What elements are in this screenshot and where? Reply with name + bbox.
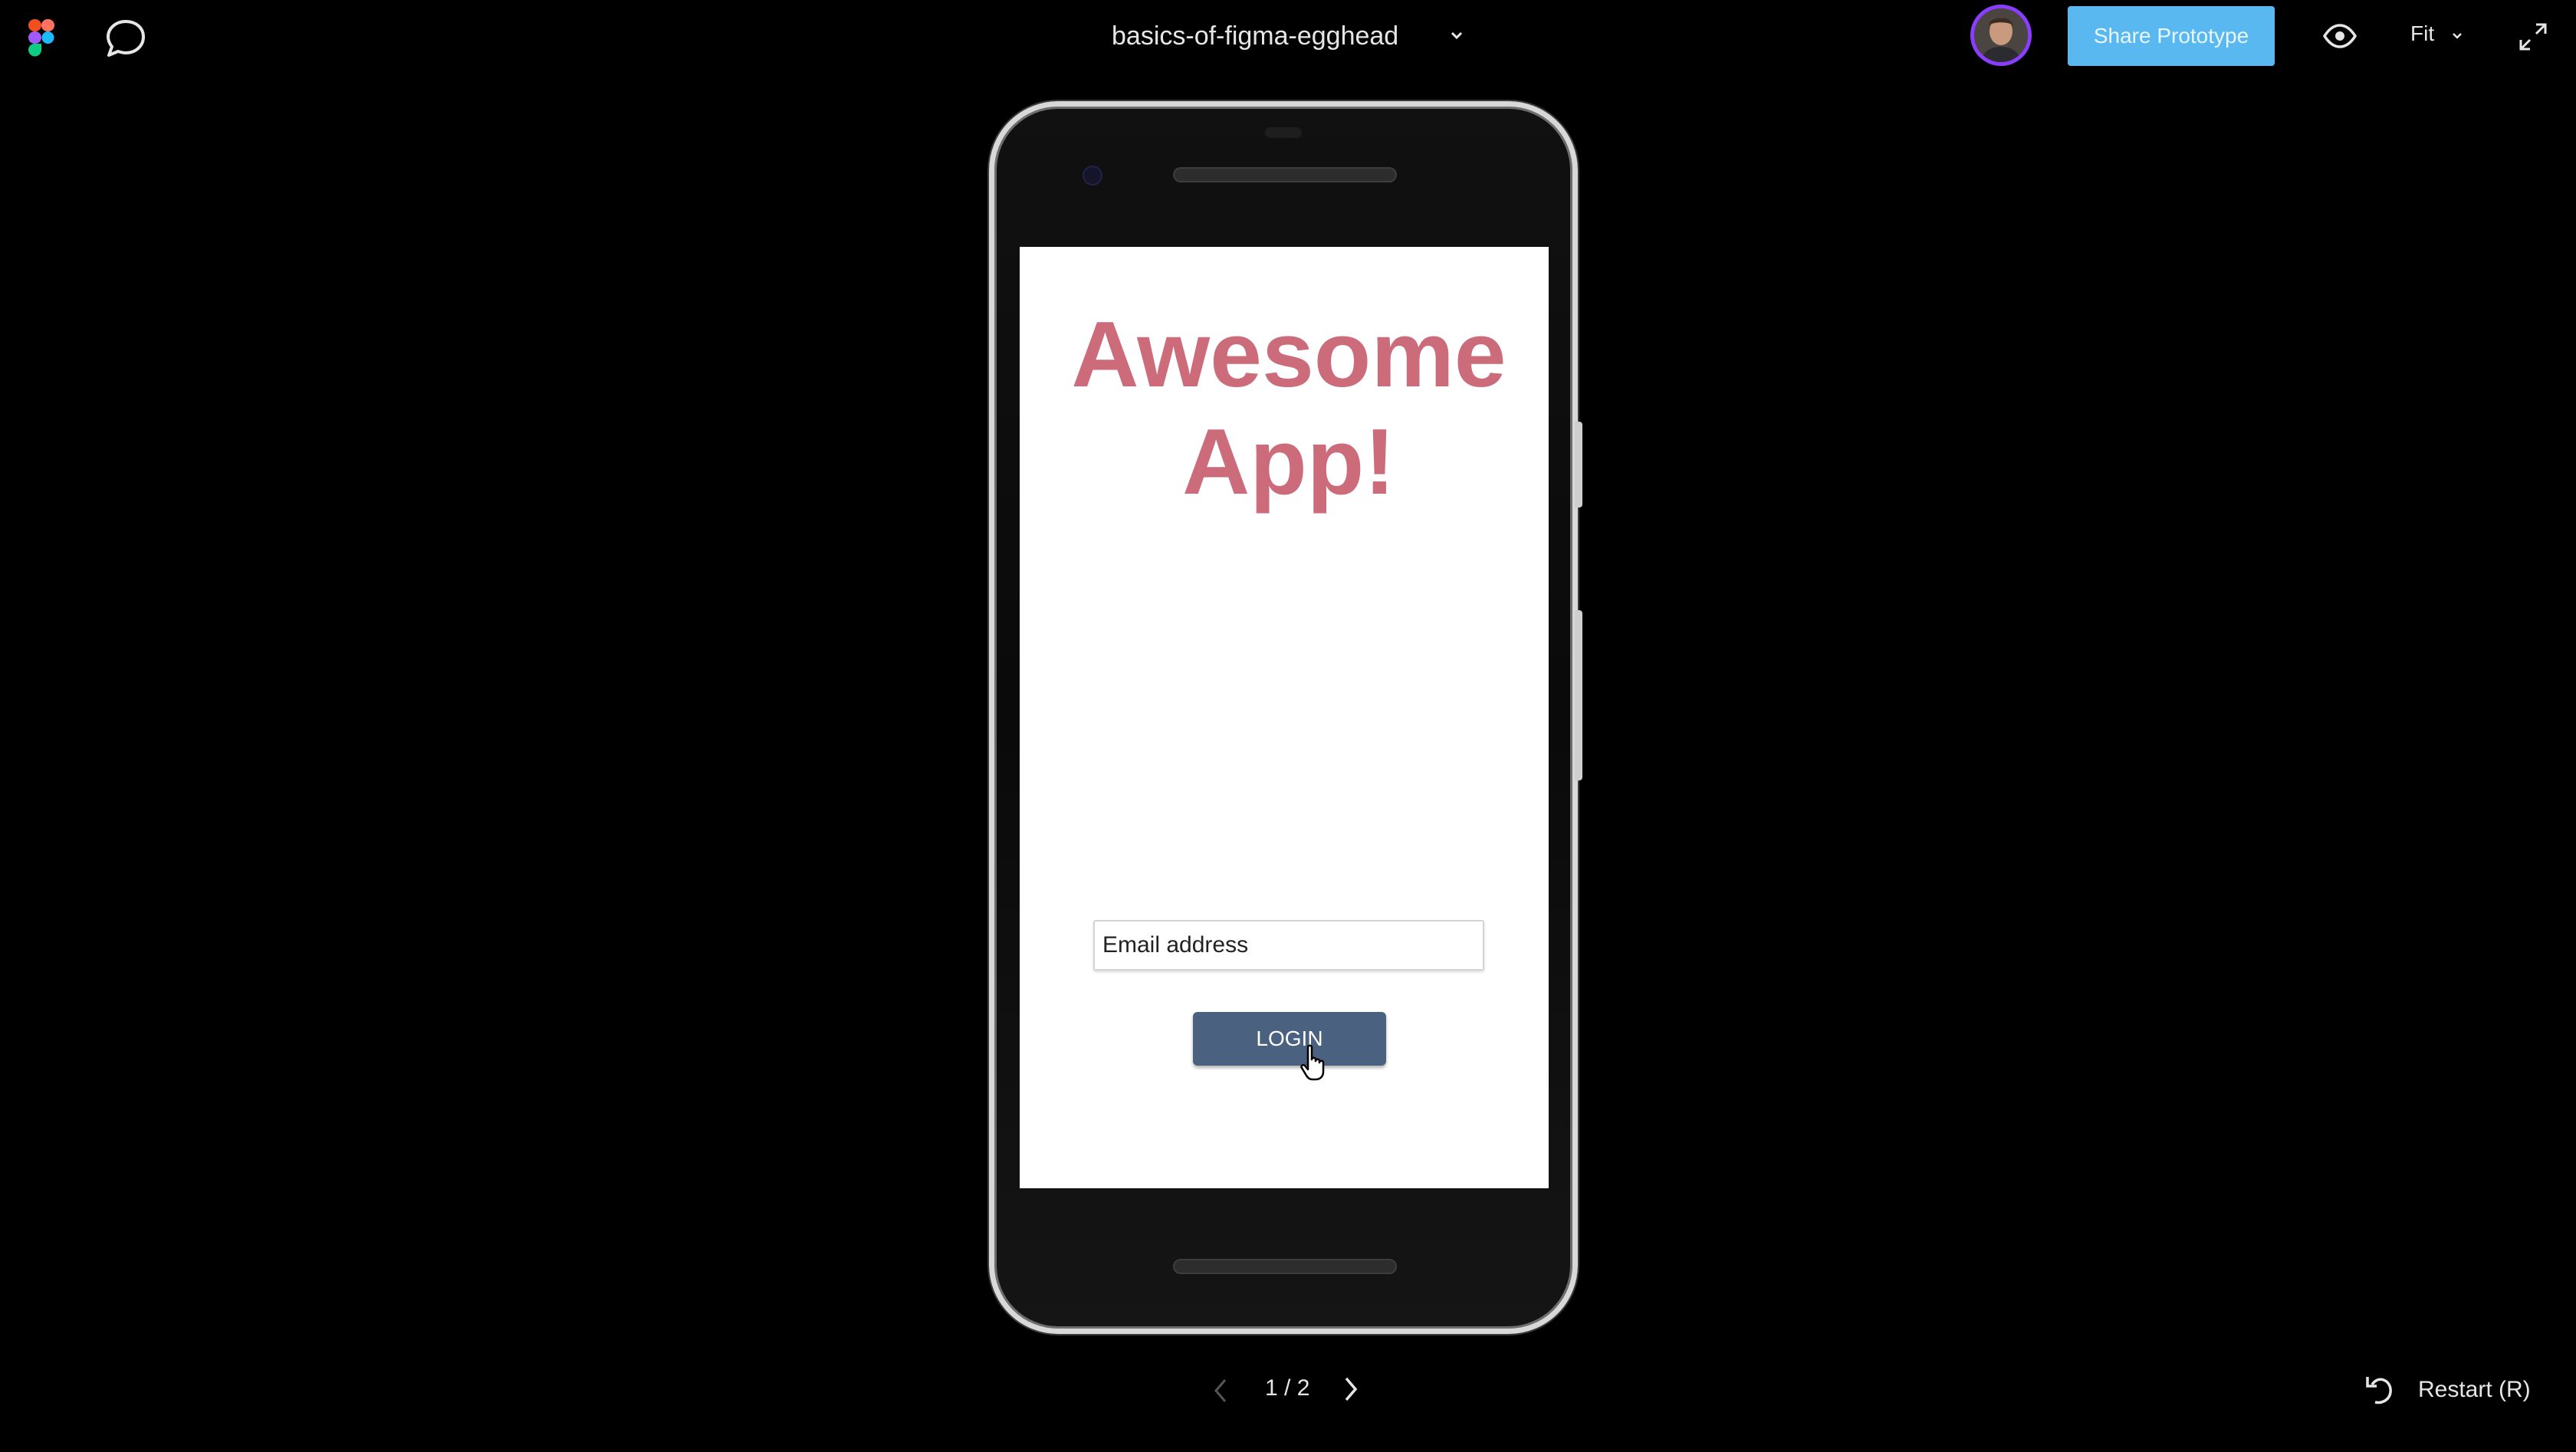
avatar-face-icon [1974,8,2028,62]
login-button[interactable]: LOGIN [1193,1012,1386,1066]
phone-earpiece [1173,167,1397,182]
share-prototype-button[interactable]: Share Prototype [2068,6,2275,66]
user-avatar[interactable] [1970,5,2032,66]
phone-side-button [1575,422,1582,508]
app-title-line-2: App! [1182,409,1395,514]
app-title: Awesome App! [1020,301,1558,515]
restart-icon[interactable] [2364,1372,2395,1408]
email-field[interactable] [1093,920,1484,971]
phone-camera-icon [1083,166,1102,186]
phone-volume-button [1575,610,1582,780]
phone-speaker [1173,1259,1397,1274]
app-title-line-1: Awesome [1071,302,1506,406]
file-title[interactable]: basics-of-figma-egghead [1112,18,1398,54]
previous-page-icon[interactable] [1211,1377,1230,1404]
page-counter: 1 / 2 [1265,1375,1310,1401]
eye-icon[interactable] [2323,23,2357,49]
figma-logo-icon[interactable] [28,18,55,57]
zoom-fit-dropdown[interactable]: Fit [2410,21,2434,46]
next-page-icon[interactable] [1342,1375,1360,1403]
phone-sensor [1265,127,1302,138]
restart-button[interactable]: Restart (R) [2418,1377,2531,1403]
hand-cursor-icon [1300,1044,1325,1081]
chevron-down-icon[interactable] [2450,29,2464,43]
chevron-down-icon[interactable] [1447,26,1466,44]
comment-icon[interactable] [104,18,147,58]
expand-icon[interactable] [2518,21,2548,52]
